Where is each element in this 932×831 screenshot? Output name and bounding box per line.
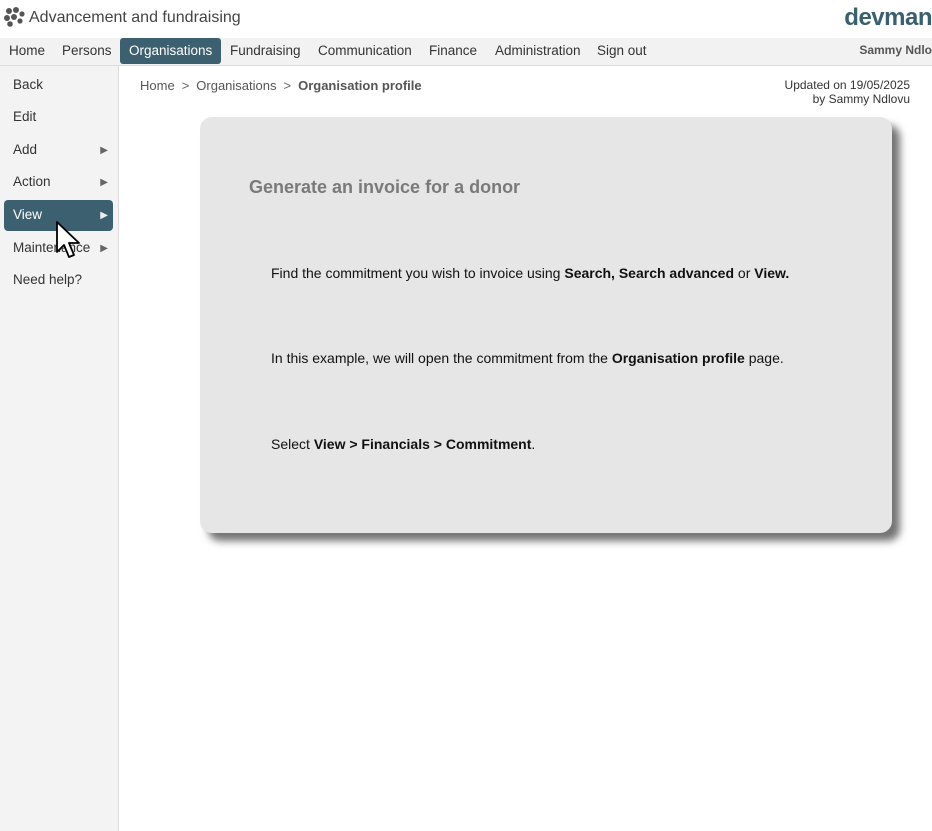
breadcrumb: Home > Organisations > Organisation profile	[140, 78, 422, 93]
callout-step-2: In this example, we will open the commit…	[271, 350, 784, 366]
sidebar-item-add[interactable]: Add ▶	[4, 135, 113, 166]
nav-administration[interactable]: Administration	[486, 38, 590, 65]
sidebar-item-label: View	[13, 207, 43, 222]
sidebar-item-action[interactable]: Action ▶	[4, 167, 113, 198]
step-text: or	[734, 265, 755, 281]
callout-title: Generate an invoice for a donor	[249, 177, 521, 197]
nav-fundraising[interactable]: Fundraising	[221, 38, 310, 65]
app-title: Advancement and fundraising	[29, 9, 241, 26]
step-text: Select	[271, 436, 314, 452]
nav-persons[interactable]: Persons	[53, 38, 121, 65]
mouse-cursor-icon	[56, 221, 80, 258]
tutorial-callout: Generate an invoice for a donor Find the…	[200, 117, 892, 533]
main-nav: Home Persons Organisations Fundraising C…	[0, 38, 932, 66]
sidebar-item-label: Edit	[13, 109, 37, 124]
breadcrumb-separator: >	[181, 78, 190, 93]
title-bar: Advancement and fundraising devman	[0, 0, 932, 38]
updated-info: Updated on 19/05/2025 by Sammy Ndlovu	[785, 78, 910, 106]
step-text: .	[531, 436, 536, 452]
user-name[interactable]: Sammy Ndlo	[859, 38, 932, 65]
nav-home[interactable]: Home	[0, 38, 54, 65]
sidebar: Back Edit Add ▶ Action ▶ View ▶ Maintena…	[0, 66, 119, 831]
brand-logo[interactable]: devman	[844, 4, 932, 32]
step-text: In this example, we will open the commit…	[271, 350, 612, 366]
sidebar-item-need-help[interactable]: Need help?	[4, 265, 113, 296]
sidebar-item-label: Action	[13, 174, 51, 189]
sidebar-item-edit[interactable]: Edit	[4, 102, 113, 133]
callout-step-3: Select View > Financials > Commitment.	[271, 436, 535, 452]
updated-date: Updated on 19/05/2025	[784, 78, 910, 92]
chevron-right-icon: ▶	[100, 145, 108, 156]
nav-sign-out[interactable]: Sign out	[588, 38, 656, 65]
breadcrumb-separator: >	[283, 78, 292, 93]
step-emphasis: View > Financials > Commitment	[313, 436, 532, 452]
sidebar-item-label: Add	[13, 142, 38, 157]
step-emphasis: View.	[754, 265, 790, 281]
step-emphasis: Organisation profile	[611, 350, 745, 366]
chevron-right-icon: ▶	[100, 243, 108, 254]
paw-cluster-icon	[4, 7, 25, 27]
breadcrumb-organisations[interactable]: Organisations	[196, 78, 276, 93]
nav-communication[interactable]: Communication	[309, 38, 421, 65]
breadcrumb-current: Organisation profile	[298, 78, 422, 93]
breadcrumb-home[interactable]: Home	[140, 78, 175, 93]
callout-step-1: Find the commitment you wish to invoice …	[271, 265, 789, 281]
sidebar-item-back[interactable]: Back	[4, 70, 113, 101]
nav-finance[interactable]: Finance	[420, 38, 486, 65]
chevron-right-icon: ▶	[100, 210, 108, 221]
chevron-right-icon: ▶	[100, 177, 108, 188]
sidebar-item-label: Need help?	[13, 272, 83, 287]
updated-by: by Sammy Ndlovu	[812, 92, 910, 106]
sidebar-item-label: Back	[13, 77, 44, 92]
nav-organisations[interactable]: Organisations	[120, 38, 222, 64]
step-text: Find the commitment you wish to invoice …	[271, 265, 565, 281]
step-emphasis: Search, Search advanced	[564, 265, 735, 281]
step-text: page.	[744, 350, 784, 366]
